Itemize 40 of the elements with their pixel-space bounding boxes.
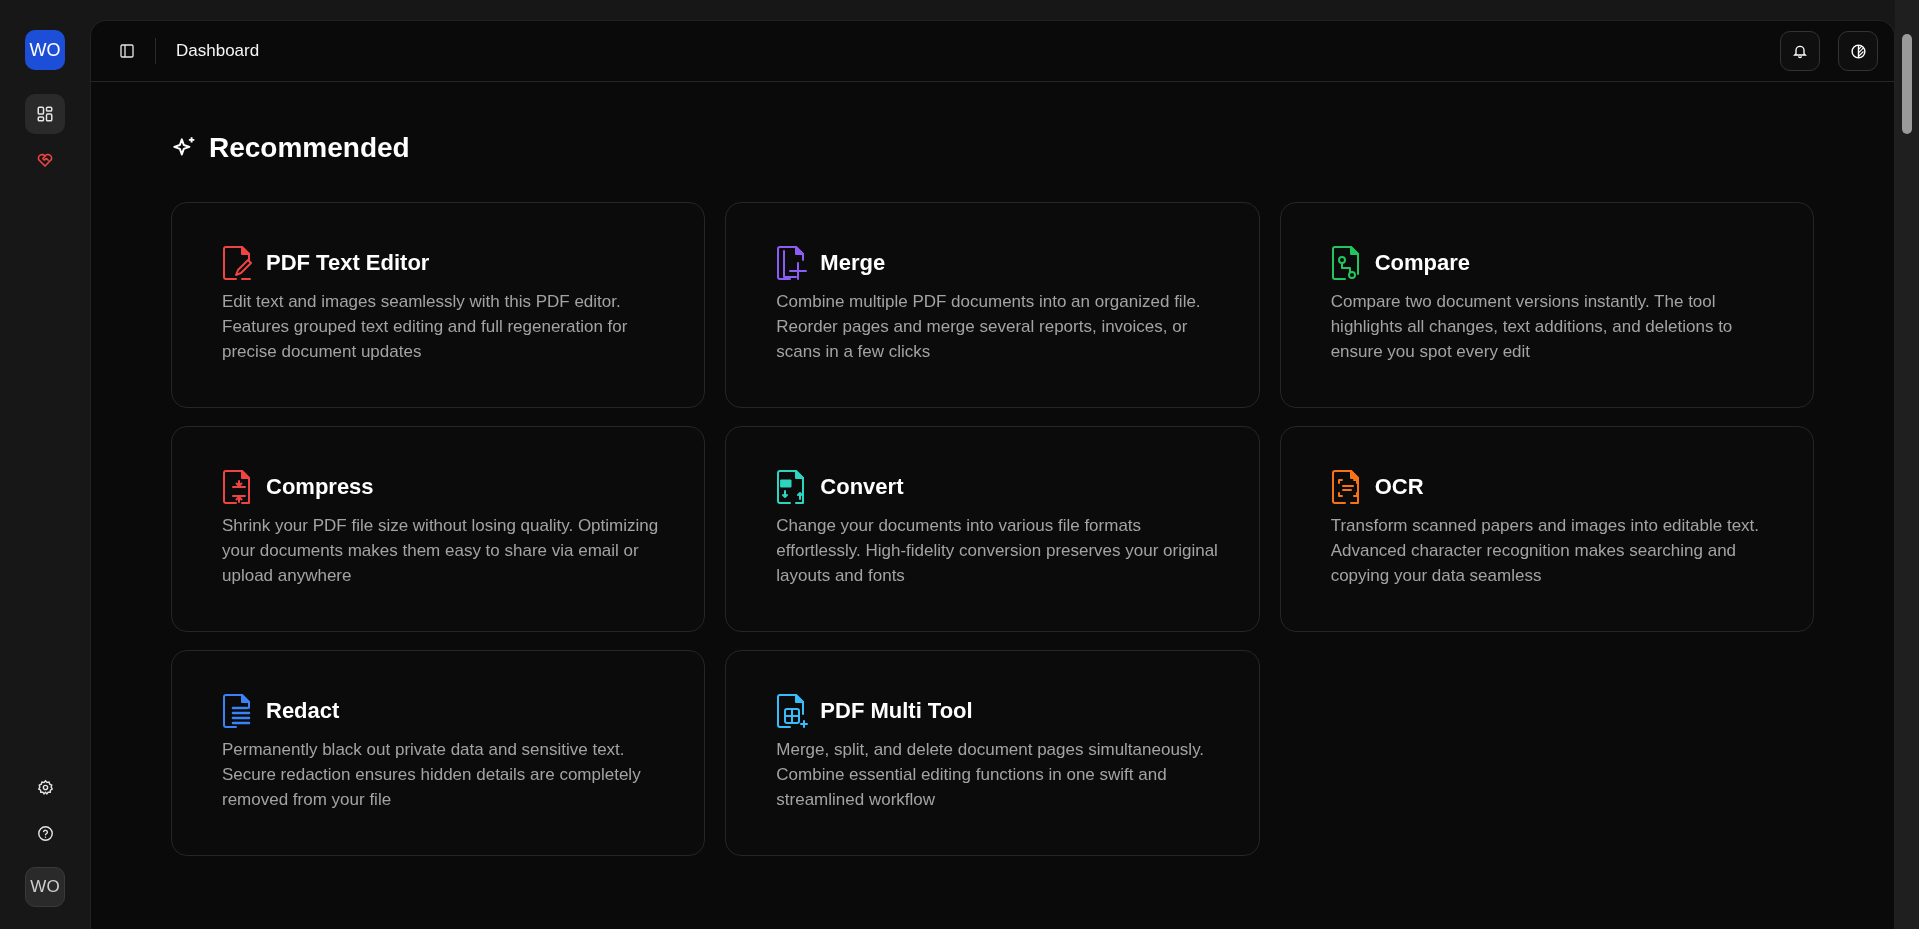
tool-description: Shrink your PDF file size without losing quality. Optimizing your documents makes them easy to share via email or upload anywhere (222, 515, 660, 587)
tool-title: Merge (820, 250, 886, 276)
nav-item[interactable] (25, 94, 65, 134)
user-avatar[interactable]: WO (25, 867, 65, 907)
tool-description: Change your documents into various file formats effortlessly. High-fidelity conversion preserves your original layouts and fonts (776, 515, 1219, 587)
theme-toggle-button[interactable] (1838, 31, 1878, 71)
tool-title: OCR (1374, 474, 1424, 500)
tool-description: Combine multiple PDF documents into an organized file. Reorder pages and merge several reports, invoices, or scans in a few clicks (776, 291, 1202, 363)
tool-title: Redact (266, 698, 340, 724)
heart-handshake-icon (36, 151, 54, 169)
tool-card[interactable]: PDF Text Editor Edit text and images seamlessly with this PDF editor. Features grouped text editing and full regeneration for precise document updates (171, 202, 706, 408)
tool-description: Permanently black out private data and sensitive text. Secure redaction ensures hidden details are completely removed from your file (222, 739, 642, 811)
tool-card[interactable]: Convert Change your documents into various file formats effortlessly. High-fidelity conversion preserves your original layouts and fonts (725, 426, 1260, 632)
tool-description: Edit text and images seamlessly with this PDF editor. Features grouped text editing and full regeneration for precise document updates (222, 291, 629, 363)
workspace-avatar[interactable]: WO (25, 30, 65, 70)
contrast-icon (1849, 42, 1867, 60)
tool-card[interactable]: Compress Shrink your PDF file size without losing quality. Optimizing your documents makes them easy to share via email or upload anywhere (171, 426, 706, 632)
tool-card[interactable]: OCR Transform scanned papers and images into editable text. Advanced character recognition makes searching and copying your data seamless (1279, 426, 1814, 632)
settings-icon (36, 778, 54, 796)
tool-card[interactable]: Compare Compare two document versions instantly. The tool highlights all changes, text additions, and deletions to ensure you spot every edit (1279, 202, 1814, 408)
page-title: Dashboard (176, 41, 260, 61)
tool-card[interactable]: Merge Combine multiple PDF documents into an organized file. Reorder pages and merge several reports, invoices, or scans in a few clicks (725, 202, 1260, 408)
tool-title: Convert (820, 474, 904, 500)
dashboard-icon (36, 105, 54, 123)
sidebar-toggle-button[interactable] (119, 43, 135, 59)
tool-card[interactable]: Redact Permanently black out private data and sensitive text. Secure redaction ensures hidden details are completely removed from your file (171, 650, 706, 856)
tool-title: PDF Text Editor (266, 250, 430, 276)
notifications-button[interactable] (1780, 31, 1820, 71)
help-icon (36, 824, 54, 842)
tool-title: PDF Multi Tool (820, 698, 973, 724)
tool-description: Merge, split, and delete document pages simultaneously. Combine essential editing functions in one swift and streamlined workflow (776, 739, 1206, 811)
tool-title: Compress (266, 474, 374, 500)
bell-icon (1792, 43, 1808, 59)
sidebar-toggle-icon (119, 43, 135, 59)
tool-description: Transform scanned papers and images into editable text. Advanced character recognition makes searching and copying your data seamless (1330, 515, 1761, 587)
scrollbar[interactable] (1895, 0, 1919, 929)
tool-description: Compare two document versions instantly. The tool highlights all changes, text additions, and deletions to ensure you spot every edit (1330, 291, 1734, 363)
tool-title: Compare (1374, 250, 1470, 276)
section-title: Recommended (209, 132, 410, 164)
tool-card[interactable]: PDF Multi Tool Merge, split, and delete document pages simultaneously. Combine essential editing functions in one swift and streamlined workflow (725, 650, 1260, 856)
